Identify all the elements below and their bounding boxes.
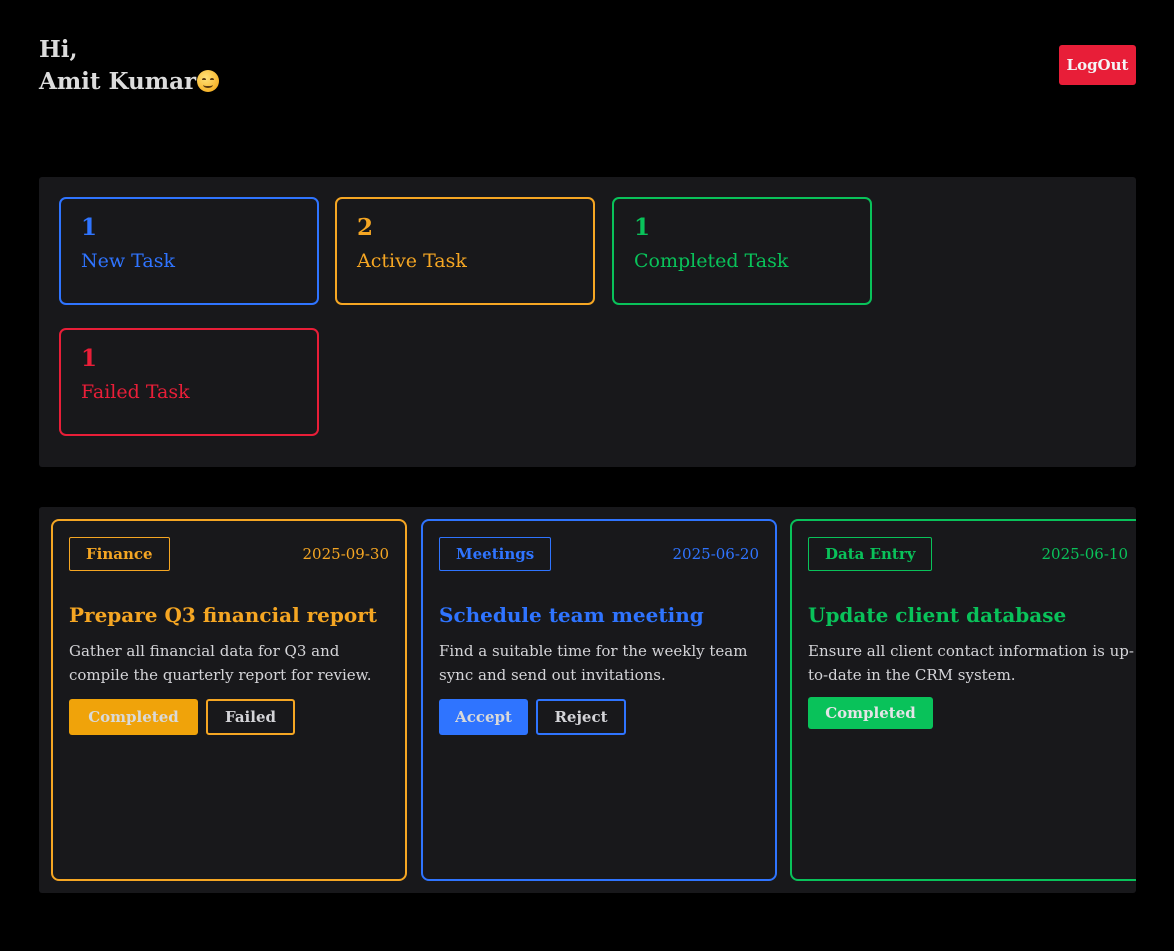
task-card-meetings: Meetings 2025-06-20 Schedule team meetin… <box>421 519 777 881</box>
task-description: Ensure all client contact information is… <box>808 642 1134 684</box>
stat-count: 2 <box>357 214 374 241</box>
stat-label: Failed Task <box>81 381 190 403</box>
stat-count: 1 <box>634 214 651 241</box>
accept-button[interactable]: Accept <box>439 699 528 735</box>
reject-button[interactable]: Reject <box>536 699 626 735</box>
stat-label: Completed Task <box>634 250 789 272</box>
category-tag: Finance <box>69 537 170 571</box>
employee-dashboard: Hi, Amit Kumar LogOut 1 New Task 2 Activ… <box>0 0 1174 951</box>
task-description: Find a suitable time for the weekly team… <box>439 642 748 684</box>
task-title: Update client database <box>808 603 1067 627</box>
greeting: Hi, Amit Kumar <box>39 34 220 98</box>
stat-active-task: 2 Active Task <box>335 197 595 305</box>
task-date: 2025-06-10 <box>1041 545 1128 563</box>
task-date: 2025-09-30 <box>302 545 389 563</box>
stat-count: 1 <box>81 345 98 372</box>
greeting-hi: Hi, <box>39 36 78 63</box>
task-title: Schedule team meeting <box>439 603 704 627</box>
stat-label: New Task <box>81 250 175 272</box>
stat-new-task: 1 New Task <box>59 197 319 305</box>
task-date: 2025-06-20 <box>672 545 759 563</box>
smile-emoji-icon <box>197 70 220 92</box>
category-tag: Meetings <box>439 537 552 571</box>
stat-label: Active Task <box>357 250 467 272</box>
completed-status-button[interactable]: Completed <box>808 697 933 729</box>
task-list-panel[interactable]: Finance 2025-09-30 Prepare Q3 financial … <box>39 507 1136 893</box>
logout-button[interactable]: LogOut <box>1059 45 1136 85</box>
stat-completed-task: 1 Completed Task <box>612 197 872 305</box>
user-name: Amit Kumar <box>39 68 197 95</box>
task-description: Gather all financial data for Q3 and com… <box>69 642 372 684</box>
task-title: Prepare Q3 financial report <box>69 603 378 627</box>
greeting-name-line: Amit Kumar <box>39 66 220 98</box>
completed-button[interactable]: Completed <box>69 699 198 735</box>
failed-button[interactable]: Failed <box>206 699 295 735</box>
stat-failed-task: 1 Failed Task <box>59 328 319 436</box>
task-card-finance: Finance 2025-09-30 Prepare Q3 financial … <box>51 519 407 881</box>
category-tag: Data Entry <box>808 537 933 571</box>
task-card-data-entry: Data Entry 2025-06-10 Update client data… <box>790 519 1136 881</box>
task-stats-panel: 1 New Task 2 Active Task 1 Completed Tas… <box>39 177 1136 467</box>
stat-count: 1 <box>81 214 98 241</box>
